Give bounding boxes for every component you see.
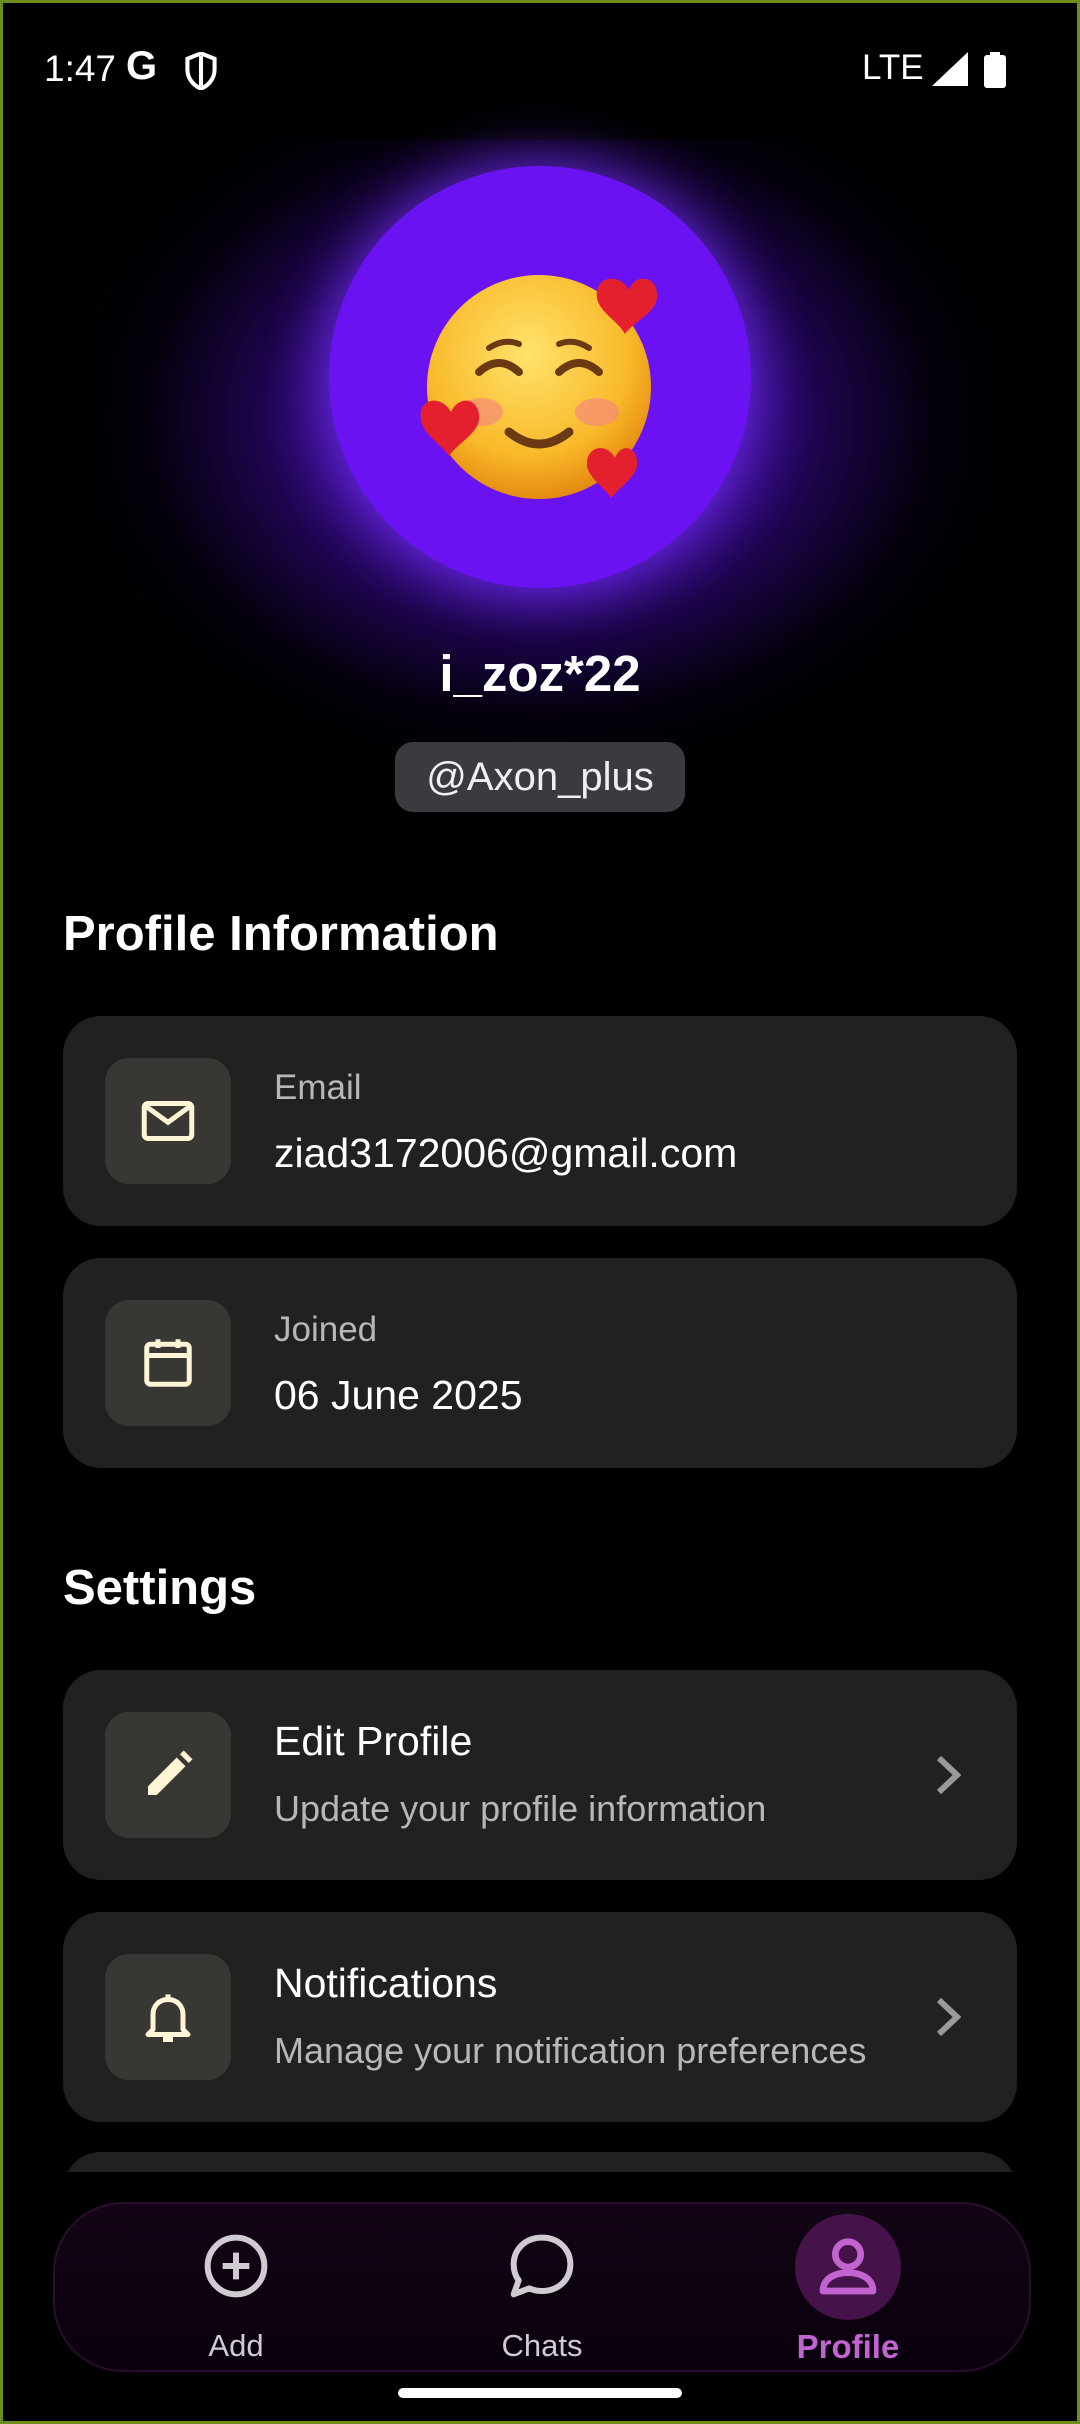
person-icon — [819, 2238, 877, 2295]
nav-add-label: Add — [208, 2328, 264, 2363]
notifications-subtitle: Manage your notification preferences — [274, 2030, 867, 2071]
nav-profile[interactable]: Profile — [738, 2204, 958, 2370]
email-value: ziad3172006@gmail.com — [274, 1130, 738, 1176]
notifications-item[interactable]: Notifications Manage your notification p… — [63, 1912, 1017, 2122]
nav-chats[interactable]: Chats — [432, 2204, 652, 2370]
edit-profile-title: Edit Profile — [274, 1718, 473, 1764]
edit-profile-subtitle: Update your profile information — [274, 1788, 767, 1829]
joined-card: Joined 06 June 2025 — [63, 1258, 1017, 1468]
chevron-right-icon — [936, 1997, 961, 2037]
settings-title: Settings — [63, 1561, 257, 1615]
email-icon-box — [105, 1058, 231, 1184]
joined-icon-box — [105, 1300, 231, 1426]
display-name: i_zoz*22 — [439, 645, 641, 702]
bottom-navigation: Add Chats Profile — [53, 2202, 1031, 2372]
joined-value: 06 June 2025 — [274, 1372, 523, 1418]
notifications-icon-box — [105, 1954, 231, 2080]
add-circle-icon — [204, 2234, 268, 2298]
status-time: 1:47 — [44, 48, 117, 89]
chat-bubble-icon — [510, 2234, 574, 2298]
nav-chats-label: Chats — [501, 2328, 583, 2363]
google-icon: G — [126, 44, 158, 88]
smiling-face-with-hearts-emoji — [420, 275, 658, 499]
email-label: Email — [274, 1068, 362, 1107]
mail-icon — [141, 1101, 195, 1141]
nav-profile-label: Profile — [796, 2328, 900, 2365]
edit-profile-icon-box — [105, 1712, 231, 1838]
pencil-icon — [148, 1750, 193, 1795]
notifications-title: Notifications — [274, 1960, 498, 2006]
home-indicator[interactable] — [398, 2388, 682, 2398]
username-badge: @Axon_plus — [395, 742, 685, 812]
shield-icon — [185, 52, 217, 90]
edit-profile-item[interactable]: Edit Profile Update your profile informa… — [63, 1670, 1017, 1880]
signal-icon — [932, 52, 968, 86]
email-card: Email ziad3172006@gmail.com — [63, 1016, 1017, 1226]
status-bar: 1:47 G LTE — [0, 0, 1080, 140]
bell-icon — [145, 1994, 191, 2042]
battery-icon — [984, 52, 1006, 88]
profile-information-title: Profile Information — [63, 907, 499, 961]
avatar[interactable] — [329, 166, 751, 588]
chevron-right-icon — [936, 1755, 961, 1795]
nav-add[interactable]: Add — [126, 2204, 346, 2370]
calendar-icon — [144, 1339, 192, 1387]
joined-label: Joined — [274, 1310, 378, 1349]
network-type: LTE — [862, 48, 924, 87]
